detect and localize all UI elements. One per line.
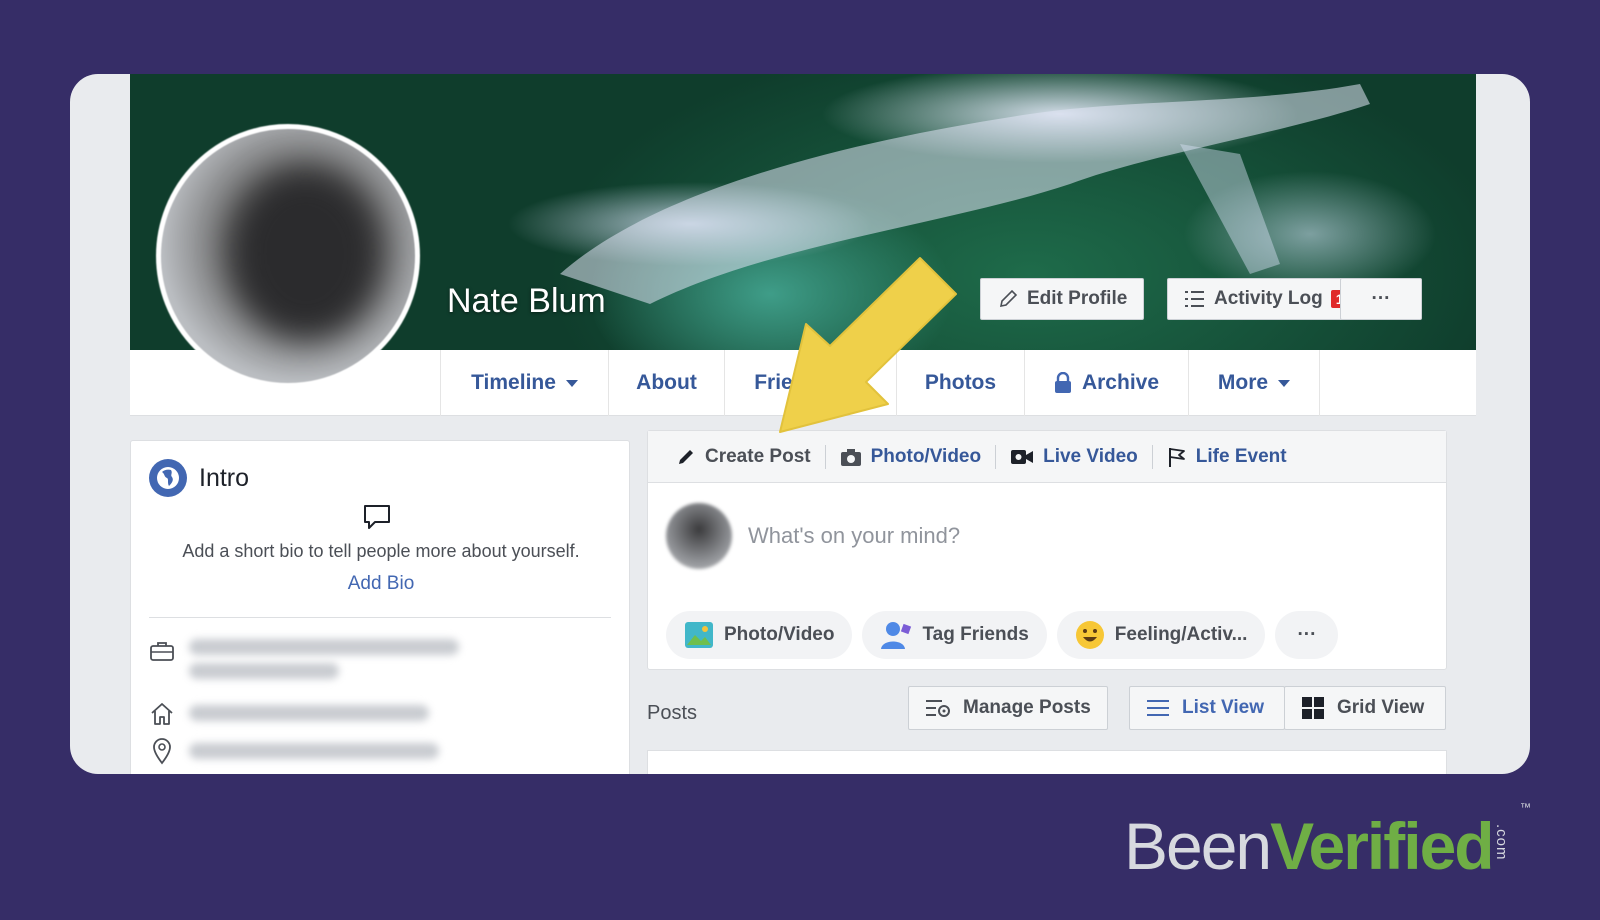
composer-actions: Photo/Video Tag Friends Feeling/Activ...… — [666, 611, 1339, 659]
grid-view-button[interactable]: Grid View — [1284, 686, 1446, 730]
intro-panel: Intro Add a short bio to tell people mor… — [130, 440, 630, 774]
live-video-label: Live Video — [1043, 445, 1138, 467]
logo-tm: ™ — [1520, 802, 1531, 814]
location-pin-icon — [153, 738, 171, 765]
profile-name[interactable]: Nate Blum — [447, 282, 606, 321]
flag-icon — [1168, 447, 1185, 467]
manage-posts-icon — [926, 700, 950, 717]
more-options-button[interactable]: ··· — [1340, 278, 1422, 320]
beenverified-logo: BeenVerified .com ™ — [1124, 802, 1531, 884]
posts-label: Posts — [647, 702, 698, 724]
speech-bubble-icon — [364, 505, 390, 529]
tab-more[interactable]: More — [1188, 350, 1320, 416]
arrow-pointer-icon — [779, 257, 957, 433]
intro-location-row — [149, 737, 439, 765]
tab-archive[interactable]: Archive — [1024, 350, 1188, 416]
logo-com: .com — [1493, 824, 1510, 861]
tab-timeline-label: Timeline — [471, 371, 556, 394]
composer-tabs: Create Post Photo/Video Live Video Life … — [648, 431, 1446, 483]
tab-more-label: More — [1217, 371, 1269, 394]
intro-header: Intro — [149, 459, 249, 497]
profile-card: Nate Blum Edit Profile Activity Log 1 ··… — [70, 74, 1530, 774]
tab-about-label: About — [636, 371, 697, 394]
bio-prompt: Add a short bio to tell people more abou… — [182, 541, 580, 561]
edit-profile-button[interactable]: Edit Profile — [980, 278, 1145, 320]
video-camera-icon — [1011, 449, 1034, 464]
list-view-button[interactable]: List View — [1129, 686, 1285, 730]
tag-friends-pill[interactable]: Tag Friends — [862, 611, 1047, 659]
chevron-down-icon — [1278, 379, 1291, 387]
list-icon — [1185, 291, 1204, 307]
briefcase-icon — [150, 642, 174, 661]
photo-icon — [685, 622, 713, 648]
globe-icon — [149, 459, 187, 497]
logo-verified: Verified — [1270, 809, 1494, 883]
tab-about[interactable]: About — [608, 350, 724, 416]
tab-timeline[interactable]: Timeline — [440, 350, 608, 416]
activity-log-label: Activity Log — [1214, 288, 1323, 309]
pencil-icon — [999, 289, 1018, 308]
create-post-tab[interactable]: Create Post — [662, 444, 826, 469]
smiley-icon — [1075, 621, 1104, 649]
feed-post-card — [647, 750, 1447, 774]
post-composer: Create Post Photo/Video Live Video Life … — [647, 430, 1447, 670]
more-actions-pill[interactable]: ··· — [1275, 611, 1339, 659]
life-event-label: Life Event — [1195, 445, 1287, 467]
photo-video-pill-label: Photo/Video — [724, 624, 835, 645]
list-view-label: List View — [1182, 697, 1265, 718]
blurred-location-info — [189, 743, 439, 759]
photo-video-tab[interactable]: Photo/Video — [826, 444, 997, 469]
tab-archive-label: Archive — [1081, 371, 1160, 394]
composer-avatar — [666, 503, 732, 569]
blurred-work-info — [189, 639, 459, 679]
live-video-tab[interactable]: Live Video — [996, 444, 1153, 469]
more-dots-icon: ··· — [1297, 624, 1317, 645]
chevron-down-icon — [565, 379, 578, 387]
lock-icon — [1054, 372, 1071, 393]
life-event-tab[interactable]: Life Event — [1153, 445, 1301, 469]
profile-picture[interactable] — [156, 124, 420, 388]
manage-posts-button[interactable]: Manage Posts — [908, 686, 1108, 730]
tag-friends-icon — [881, 622, 912, 649]
camera-icon — [840, 448, 861, 466]
grid-view-icon — [1302, 697, 1324, 719]
add-bio-link[interactable]: Add Bio — [131, 573, 631, 595]
intro-divider — [149, 617, 611, 618]
status-input[interactable]: What's on your mind? — [748, 523, 960, 549]
tag-friends-pill-label: Tag Friends — [922, 624, 1029, 645]
blurred-home-info — [189, 705, 429, 721]
create-post-label: Create Post — [705, 445, 811, 467]
home-icon — [151, 703, 173, 725]
pencil-icon — [679, 449, 693, 464]
intro-title: Intro — [199, 463, 250, 492]
feeling-activity-pill-label: Feeling/Activ... — [1114, 624, 1248, 645]
edit-profile-label: Edit Profile — [1027, 288, 1128, 309]
photo-video-label: Photo/Video — [870, 445, 982, 467]
activity-log-button[interactable]: Activity Log 1 — [1167, 278, 1366, 320]
grid-view-label: Grid View — [1337, 697, 1425, 718]
intro-work-row — [149, 639, 459, 679]
manage-posts-label: Manage Posts — [963, 697, 1091, 718]
more-dots-icon: ··· — [1371, 288, 1391, 309]
list-view-icon — [1147, 700, 1169, 716]
photo-video-pill[interactable]: Photo/Video — [666, 611, 853, 659]
logo-been: Been — [1124, 809, 1272, 883]
intro-home-row — [149, 701, 429, 727]
feeling-activity-pill[interactable]: Feeling/Activ... — [1056, 611, 1266, 659]
